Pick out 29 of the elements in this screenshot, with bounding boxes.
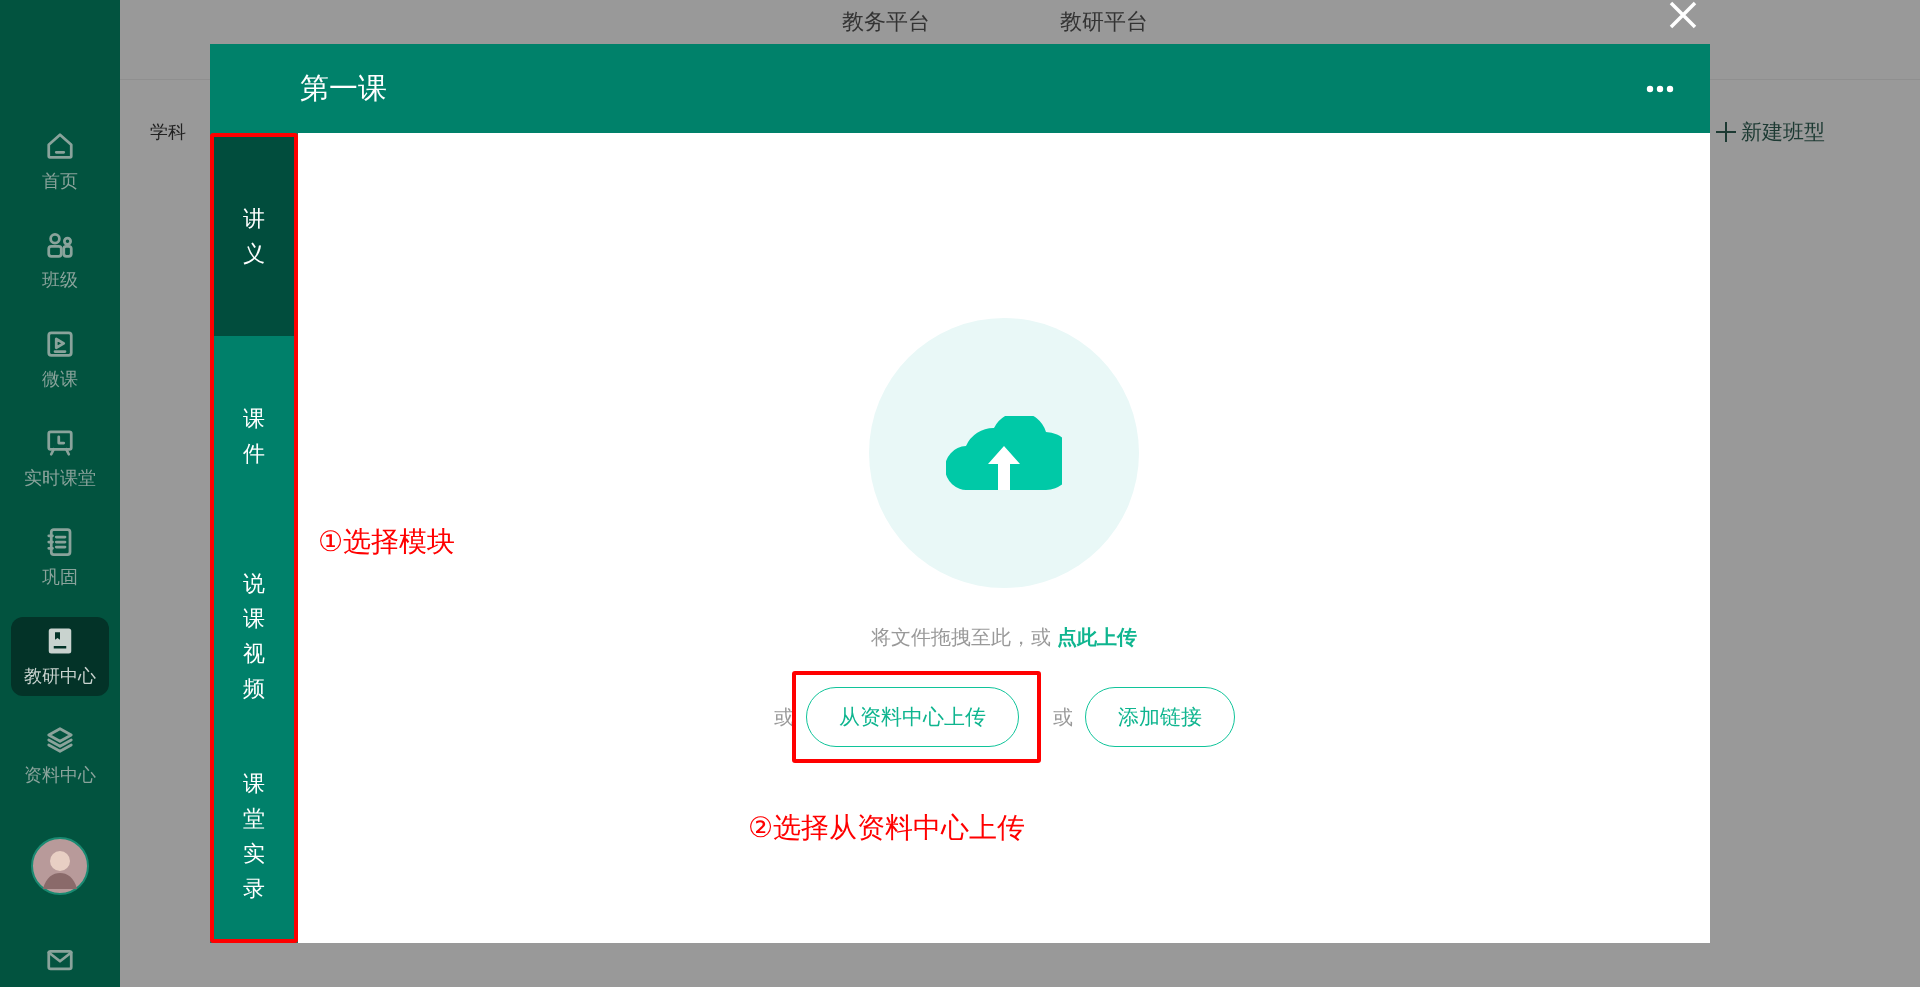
sidebar-item[interactable]: 资料中心 bbox=[11, 716, 109, 795]
sidebar-item[interactable]: 巩固 bbox=[11, 518, 109, 597]
or-text: 或 bbox=[1052, 703, 1073, 731]
new-class-type-button[interactable]: 新建班型 bbox=[1715, 118, 1825, 146]
drop-hint: 将文件拖拽至此，或 点此上传 bbox=[870, 624, 1138, 651]
platform-tab[interactable]: 教务平台 bbox=[842, 7, 930, 37]
upload-from-library-button[interactable]: 从资料中心上传 bbox=[805, 687, 1019, 747]
or-text: 或 bbox=[773, 703, 794, 731]
annotation-text: ①选择模块 bbox=[318, 524, 456, 560]
cloud-upload-icon bbox=[946, 416, 1062, 490]
filter-label: 学科 bbox=[150, 120, 186, 144]
easel-icon bbox=[45, 427, 75, 458]
add-link-button[interactable]: 添加链接 bbox=[1084, 687, 1235, 747]
sidebar-item[interactable]: 微课 bbox=[11, 320, 109, 399]
home-icon bbox=[45, 130, 75, 161]
sidebar-item[interactable]: 实时课堂 bbox=[11, 419, 109, 498]
sidebar-item[interactable]: 教研中心 bbox=[11, 617, 109, 696]
sidebar-item[interactable]: 首页 bbox=[11, 122, 109, 201]
video-icon bbox=[45, 328, 75, 359]
module-tab[interactable]: 讲义 bbox=[213, 136, 295, 336]
dialog-title: 第一课 bbox=[300, 69, 387, 107]
plus-icon bbox=[1715, 121, 1737, 143]
annotation-text: ②选择从资料中心上传 bbox=[748, 810, 1026, 846]
platform-tab[interactable]: 教研平台 bbox=[1060, 7, 1148, 37]
avatar[interactable] bbox=[31, 837, 89, 895]
upload-link[interactable]: 点此上传 bbox=[1057, 625, 1138, 649]
more-icon[interactable] bbox=[1646, 84, 1674, 93]
layers-icon bbox=[45, 724, 75, 755]
sidebar-item[interactable]: 班级 bbox=[11, 221, 109, 300]
